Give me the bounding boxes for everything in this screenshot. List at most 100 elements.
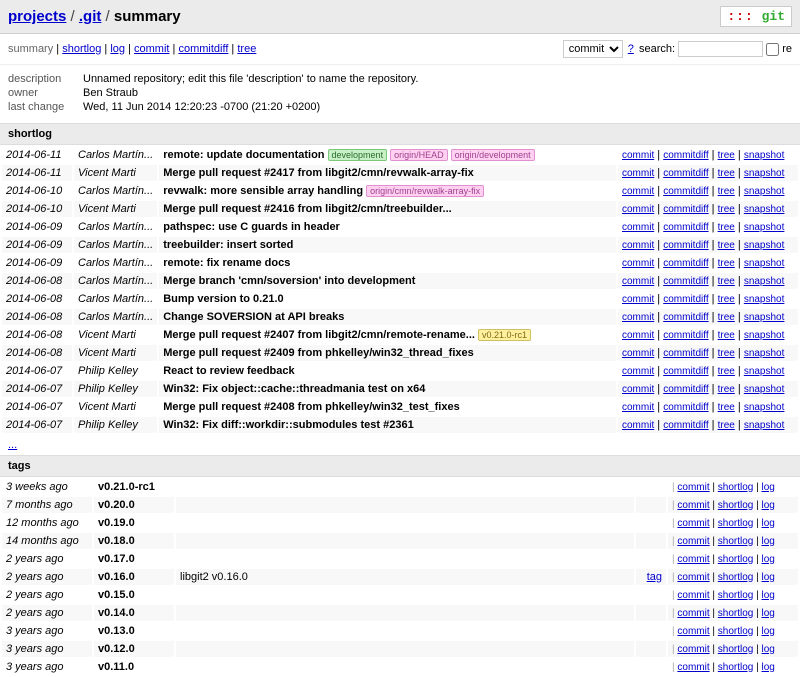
link-commitdiff[interactable]: commitdiff [663,366,708,377]
link-commitdiff[interactable]: commitdiff [663,330,708,341]
link-commitdiff[interactable]: commitdiff [663,276,708,287]
breadcrumb-repo[interactable]: .git [79,8,102,25]
commit-msg-link[interactable]: Change SOVERSION at API breaks [163,311,344,323]
nav-shortlog[interactable]: shortlog [62,43,101,55]
tag-name-link[interactable]: v0.20.0 [98,499,135,511]
commit-msg-link[interactable]: pathspec: use C guards in header [163,221,340,233]
link-tree[interactable]: tree [718,186,735,197]
commit-msg-link[interactable]: Merge pull request #2416 from libgit2/cm… [163,203,452,215]
link-snapshot[interactable]: snapshot [744,330,785,341]
link-commit[interactable]: commit [622,258,654,269]
link-commit[interactable]: commit [622,276,654,287]
link-shortlog[interactable]: shortlog [718,482,754,493]
link-commit[interactable]: commit [622,240,654,251]
link-snapshot[interactable]: snapshot [744,240,785,251]
ref-tag[interactable]: origin/cmn/revwalk-array-fix [366,185,484,197]
ref-tag[interactable]: origin/HEAD [390,149,448,161]
nav-commit[interactable]: commit [134,43,169,55]
link-shortlog[interactable]: shortlog [718,644,754,655]
link-tree[interactable]: tree [718,276,735,287]
link-commitdiff[interactable]: commitdiff [663,168,708,179]
ref-tag[interactable]: v0.21.0-rc1 [478,329,531,341]
link-shortlog[interactable]: shortlog [718,536,754,547]
link-commitdiff[interactable]: commitdiff [663,204,708,215]
link-log[interactable]: log [762,608,775,619]
tag-name-link[interactable]: v0.21.0-rc1 [98,481,155,493]
tag-name-link[interactable]: v0.17.0 [98,553,135,565]
link-snapshot[interactable]: snapshot [744,420,785,431]
link-commit[interactable]: commit [622,384,654,395]
link-commit[interactable]: commit [677,482,709,493]
link-log[interactable]: log [762,518,775,529]
commit-msg-link[interactable]: Merge pull request #2408 from phkelley/w… [163,401,460,413]
link-tree[interactable]: tree [718,330,735,341]
link-commit[interactable]: commit [622,168,654,179]
commit-msg-link[interactable]: revwalk: more sensible array handling [163,185,363,197]
link-snapshot[interactable]: snapshot [744,186,785,197]
nav-tree[interactable]: tree [237,43,256,55]
link-tree[interactable]: tree [718,402,735,413]
link-shortlog[interactable]: shortlog [718,608,754,619]
link-tree[interactable]: tree [718,168,735,179]
link-log[interactable]: log [762,644,775,655]
link-tree[interactable]: tree [718,294,735,305]
link-log[interactable]: log [762,536,775,547]
link-tag[interactable]: tag [647,571,662,583]
link-commit[interactable]: commit [677,518,709,529]
tag-name-link[interactable]: v0.16.0 [98,571,135,583]
link-commit[interactable]: commit [622,330,654,341]
link-shortlog[interactable]: shortlog [718,554,754,565]
link-commit[interactable]: commit [622,204,654,215]
link-snapshot[interactable]: snapshot [744,312,785,323]
search-re-checkbox[interactable] [766,43,779,56]
nav-commitdiff[interactable]: commitdiff [178,43,228,55]
commit-msg-link[interactable]: remote: fix rename docs [163,257,290,269]
link-commitdiff[interactable]: commitdiff [663,186,708,197]
link-log[interactable]: log [762,590,775,601]
commit-msg-link[interactable]: Merge branch 'cmn/soversion' into develo… [163,275,415,287]
link-snapshot[interactable]: snapshot [744,276,785,287]
link-commitdiff[interactable]: commitdiff [663,384,708,395]
commit-msg-link[interactable]: Win32: Fix object::cache::threadmania te… [163,383,425,395]
link-commit[interactable]: commit [677,608,709,619]
search-type-select[interactable]: commit [563,40,623,58]
link-log[interactable]: log [762,554,775,565]
link-shortlog[interactable]: shortlog [718,590,754,601]
link-commit[interactable]: commit [677,500,709,511]
link-commit[interactable]: commit [622,222,654,233]
search-input[interactable] [678,41,763,57]
link-shortlog[interactable]: shortlog [718,572,754,583]
tag-name-link[interactable]: v0.15.0 [98,589,135,601]
commit-msg-link[interactable]: Win32: Fix diff::workdir::submodules tes… [163,419,414,431]
link-shortlog[interactable]: shortlog [718,500,754,511]
link-commit[interactable]: commit [677,554,709,565]
link-snapshot[interactable]: snapshot [744,348,785,359]
link-snapshot[interactable]: snapshot [744,168,785,179]
link-commitdiff[interactable]: commitdiff [663,150,708,161]
link-commit[interactable]: commit [677,662,709,673]
nav-log[interactable]: log [110,43,125,55]
link-commit[interactable]: commit [677,536,709,547]
link-snapshot[interactable]: snapshot [744,294,785,305]
link-tree[interactable]: tree [718,384,735,395]
link-shortlog[interactable]: shortlog [718,518,754,529]
link-tree[interactable]: tree [718,222,735,233]
link-commitdiff[interactable]: commitdiff [663,222,708,233]
breadcrumb-projects[interactable]: projects [8,8,66,25]
link-snapshot[interactable]: snapshot [744,258,785,269]
link-log[interactable]: log [762,626,775,637]
link-commit[interactable]: commit [622,294,654,305]
link-commitdiff[interactable]: commitdiff [663,240,708,251]
link-log[interactable]: log [762,572,775,583]
link-tree[interactable]: tree [718,258,735,269]
link-tree[interactable]: tree [718,366,735,377]
tag-name-link[interactable]: v0.18.0 [98,535,135,547]
commit-msg-link[interactable]: Merge pull request #2407 from libgit2/cm… [163,329,475,341]
link-tree[interactable]: tree [718,240,735,251]
link-commit[interactable]: commit [677,626,709,637]
link-commitdiff[interactable]: commitdiff [663,312,708,323]
link-commitdiff[interactable]: commitdiff [663,420,708,431]
link-commitdiff[interactable]: commitdiff [663,402,708,413]
link-tree[interactable]: tree [718,204,735,215]
link-snapshot[interactable]: snapshot [744,222,785,233]
